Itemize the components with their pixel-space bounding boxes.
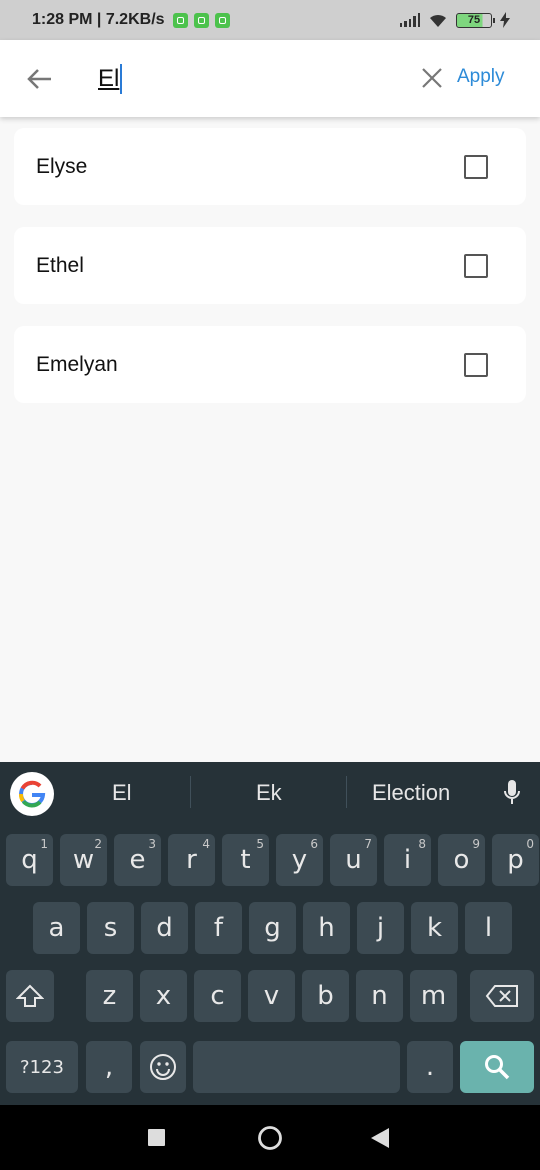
key-u[interactable]: u7 — [330, 834, 377, 886]
space-key[interactable] — [193, 1041, 400, 1093]
list-item[interactable]: Emelyan — [14, 326, 526, 403]
suggestion-item[interactable]: El — [112, 780, 132, 806]
circle-icon — [258, 1126, 282, 1150]
recents-button[interactable] — [148, 1129, 165, 1151]
keyboard: El Ek Election q1w2e3r4t5y6u7i8o9p0 asdf… — [0, 762, 540, 1105]
search-icon — [485, 1055, 510, 1080]
key-i[interactable]: i8 — [384, 834, 431, 886]
search-key[interactable] — [460, 1041, 534, 1093]
app-notification-icon — [172, 12, 188, 28]
emoji-icon — [150, 1054, 176, 1080]
suggestion-strip: El Ek Election — [0, 762, 540, 824]
battery-icon: 75 — [456, 12, 495, 28]
checkbox[interactable] — [464, 154, 488, 179]
shift-icon — [16, 984, 44, 1007]
key-d[interactable]: d — [141, 902, 188, 954]
app-notification-icon — [214, 12, 230, 28]
key-o[interactable]: o9 — [438, 834, 485, 886]
list-item[interactable]: Ethel — [14, 227, 526, 304]
app-notification-icon — [193, 12, 209, 28]
search-header: El Apply — [0, 40, 540, 117]
navigation-bar — [0, 1105, 540, 1170]
battery-level: 75 — [467, 14, 481, 26]
key-m[interactable]: m — [410, 970, 457, 1022]
triangle-left-icon — [371, 1128, 389, 1148]
list-item-label: Ethel — [36, 253, 84, 277]
suggestion-item[interactable]: Ek — [256, 780, 282, 806]
key-l[interactable]: l — [465, 902, 512, 954]
key-j[interactable]: j — [357, 902, 404, 954]
key-r[interactable]: r4 — [168, 834, 215, 886]
checkbox[interactable] — [464, 352, 488, 377]
list-item[interactable]: Elyse — [14, 128, 526, 205]
microphone-icon[interactable] — [502, 778, 522, 808]
emoji-key[interactable] — [140, 1041, 186, 1093]
suggestion-item[interactable]: Election — [372, 780, 450, 806]
charging-icon — [500, 12, 510, 28]
divider — [346, 776, 347, 808]
square-icon — [148, 1129, 165, 1146]
shift-key[interactable] — [6, 970, 54, 1022]
search-query: El — [98, 64, 120, 92]
google-icon[interactable] — [10, 772, 54, 816]
key-c[interactable]: c — [194, 970, 241, 1022]
key-p[interactable]: p0 — [492, 834, 539, 886]
home-button[interactable] — [257, 1125, 283, 1156]
wifi-icon — [430, 14, 446, 27]
search-input[interactable]: El — [98, 63, 123, 94]
key-k[interactable]: k — [411, 902, 458, 954]
status-time: 1:28 PM | 7.2KB/s — [32, 11, 165, 28]
key-x[interactable]: x — [140, 970, 187, 1022]
checkbox[interactable] — [464, 253, 488, 278]
list-item-label: Elyse — [36, 154, 88, 178]
period-key[interactable]: . — [407, 1041, 453, 1093]
divider — [190, 776, 191, 808]
key-y[interactable]: y6 — [276, 834, 323, 886]
key-a[interactable]: a — [33, 902, 80, 954]
text-caret — [120, 63, 123, 94]
clear-button[interactable] — [418, 64, 446, 92]
key-v[interactable]: v — [248, 970, 295, 1022]
arrow-left-icon — [27, 68, 51, 89]
backspace-icon — [485, 985, 518, 1007]
key-z[interactable]: z — [86, 970, 133, 1022]
status-bar: 1:28 PM | 7.2KB/s 75 — [0, 0, 540, 40]
back-button[interactable] — [0, 40, 78, 117]
key-e[interactable]: e3 — [114, 834, 161, 886]
key-t[interactable]: t5 — [222, 834, 269, 886]
key-w[interactable]: w2 — [60, 834, 107, 886]
status-app-icons — [172, 12, 230, 28]
key-f[interactable]: f — [195, 902, 242, 954]
back-nav-button[interactable] — [371, 1128, 389, 1153]
apply-button[interactable]: Apply — [457, 66, 505, 88]
key-n[interactable]: n — [356, 970, 403, 1022]
symbols-key[interactable]: ?123 — [6, 1041, 78, 1093]
close-icon — [422, 68, 442, 88]
comma-key[interactable]: , — [86, 1041, 132, 1093]
key-b[interactable]: b — [302, 970, 349, 1022]
key-q[interactable]: q1 — [6, 834, 53, 886]
key-g[interactable]: g — [249, 902, 296, 954]
list-item-label: Emelyan — [36, 352, 118, 376]
backspace-key[interactable] — [470, 970, 534, 1022]
results-list: Elyse Ethel Emelyan — [14, 128, 526, 425]
signal-icon — [399, 13, 420, 27]
key-h[interactable]: h — [303, 902, 350, 954]
key-s[interactable]: s — [87, 902, 134, 954]
